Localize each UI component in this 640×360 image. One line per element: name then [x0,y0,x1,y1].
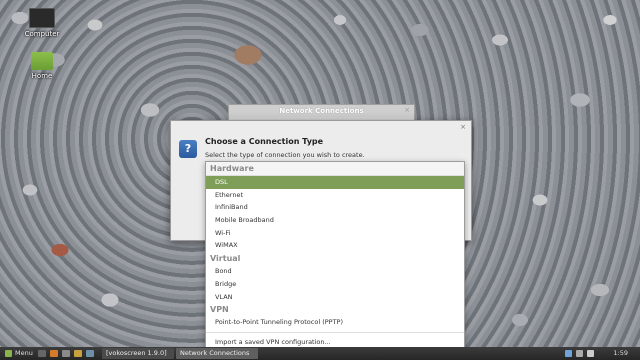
menu-item-wimax[interactable]: WiMAX [206,239,464,252]
terminal-icon[interactable] [62,350,70,357]
firefox-icon[interactable] [50,350,58,357]
computer-label: Computer [24,30,60,38]
menu-item-ethernet[interactable]: Ethernet [206,189,464,202]
task-vokoscreen[interactable]: [vokoscreen 1.9.0] [102,348,174,359]
menu-item-vlan[interactable]: VLAN [206,291,464,304]
question-icon: ? [179,140,197,158]
menu-item-dsl[interactable]: DSL [206,176,464,189]
home-folder-icon [31,52,53,70]
task-network-connections[interactable]: Network Connections [176,348,258,359]
close-icon[interactable]: × [460,123,466,131]
clock[interactable]: 1:59 [613,347,628,360]
show-desktop-icon[interactable] [38,350,46,357]
close-icon[interactable]: × [404,106,410,114]
menu-item-wifi[interactable]: Wi-Fi [206,227,464,240]
dialog-title: Choose a Connection Type [205,137,324,146]
computer-desktop-icon[interactable]: Computer [20,8,64,38]
app-icon[interactable] [86,350,94,357]
files-icon[interactable] [74,350,82,357]
window-title: Network Connections [229,105,414,117]
section-hardware: Hardware [206,162,464,176]
mint-logo-icon [5,349,12,357]
menu-item-pptp[interactable]: Point-to-Point Tunneling Protocol (PPTP) [206,316,464,329]
menu-separator [206,331,464,333]
connection-type-dropdown[interactable]: Hardware DSL Ethernet InfiniBand Mobile … [205,161,465,347]
network-icon[interactable] [576,350,583,357]
menu-item-infiniband[interactable]: InfiniBand [206,201,464,214]
desktop-background: Computer Home Network Connections × × ? … [0,0,640,347]
home-label: Home [31,72,53,80]
menu-label: Menu [15,349,33,357]
menu-item-bond[interactable]: Bond [206,265,464,278]
menu-item-bridge[interactable]: Bridge [206,278,464,291]
dialog-subtitle: Select the type of connection you wish t… [205,151,365,159]
home-desktop-icon[interactable]: Home [20,52,64,80]
volume-icon[interactable] [587,350,594,357]
monitor-icon [29,8,55,28]
menu-button[interactable]: Menu [2,347,36,360]
shield-icon[interactable] [565,350,572,357]
menu-item-mobile-broadband[interactable]: Mobile Broadband [206,214,464,227]
menu-item-import-vpn[interactable]: Import a saved VPN configuration... [206,336,464,347]
section-virtual: Virtual [210,254,241,264]
taskbar: Menu [vokoscreen 1.9.0] Network Connecti… [0,347,640,360]
section-vpn: VPN [210,305,229,315]
